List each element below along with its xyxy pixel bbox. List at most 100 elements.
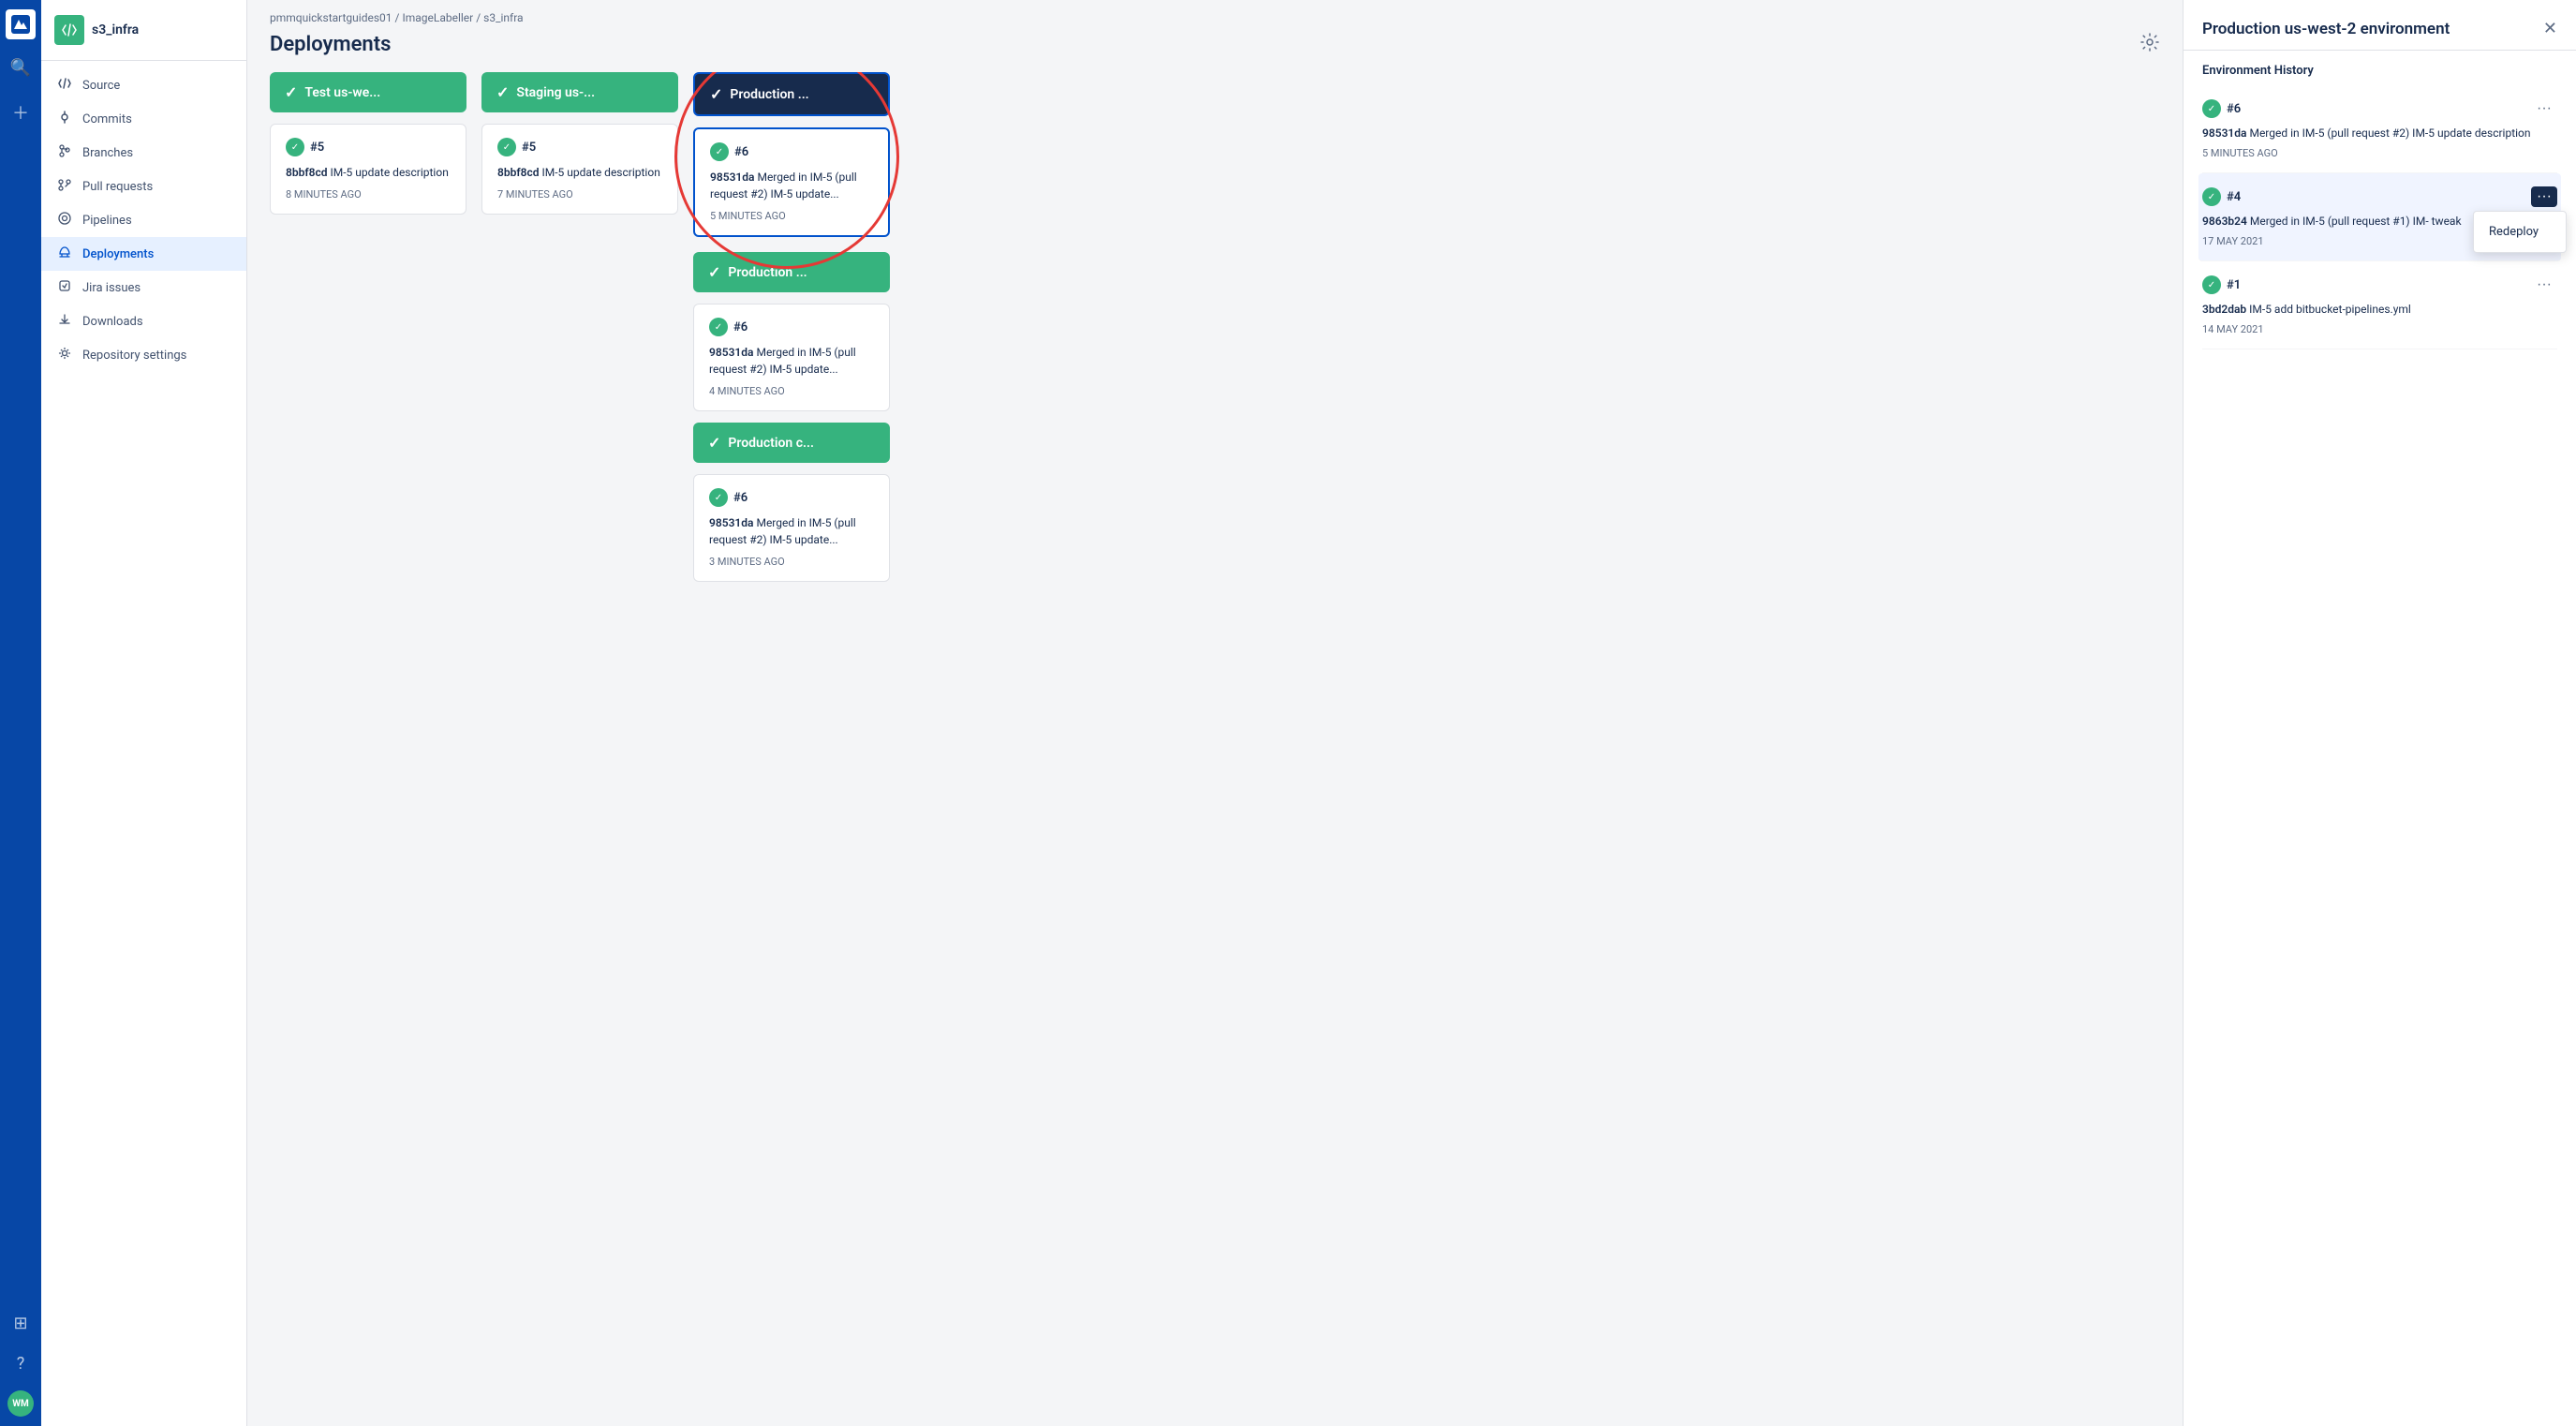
productionc-deploy-card[interactable]: ✓ #6 98531da Merged in IM-5 (pull reques… [693,474,890,582]
sidebar-item-source[interactable]: Source [41,68,246,102]
deploy-columns: ✓ Test us-we... ✓ #5 8bbf8cd IM-5 update… [270,72,2160,582]
redeploy-popover: Redeploy [2473,211,2567,253]
avatar[interactable]: WM [7,1390,34,1417]
productionc-env-header[interactable]: ✓ Production c... [693,423,890,463]
staging-env-header[interactable]: ✓ Staging us-... [481,72,678,112]
production-deploy-num: #6 [734,145,748,159]
productionc-deploy-number: ✓ #6 [709,488,874,507]
production-env-name: Production ... [730,87,808,102]
sidebar-item-repository-settings[interactable]: Repository settings [41,338,246,372]
breadcrumb-page[interactable]: s3_infra [483,11,523,24]
productionc-deploy-num: #6 [733,491,748,505]
deployments-area: ✓ Test us-we... ✓ #5 8bbf8cd IM-5 update… [247,72,2183,1426]
test-deploy-num: #5 [310,141,324,155]
branches-icon [56,144,73,161]
jira-issues-icon [56,279,73,296]
productionc-deploy-commit: 98531da Merged in IM-5 (pull request #2)… [709,514,874,548]
app-logo[interactable] [6,9,36,39]
production-env-header[interactable]: ✓ Production ... [693,72,890,116]
test-deploy-card[interactable]: ✓ #5 8bbf8cd IM-5 update description 8 M… [270,124,466,215]
sidebar-item-deployments[interactable]: Deployments [41,237,246,271]
sidebar-item-downloads[interactable]: Downloads [41,305,246,338]
staging-deploy-commit: 8bbf8cd IM-5 update description [497,164,662,181]
staging-deploy-badge: ✓ [497,138,516,156]
productionc-deploy-time: 3 MINUTES AGO [709,556,874,568]
breadcrumb-org[interactable]: pmmquickstartguides01 [270,11,392,24]
sidebar-item-pipelines[interactable]: Pipelines [41,203,246,237]
production-deploy-commit: 98531da Merged in IM-5 (pull request #2)… [710,169,873,202]
source-icon [56,77,73,94]
test-deploy-badge: ✓ [286,138,304,156]
history-6-num: #6 [2227,102,2241,116]
production-deploy-number: ✓ #6 [710,142,873,161]
grid-icon[interactable]: ⊞ [9,1310,31,1337]
production2-check-icon: ✓ [708,263,720,281]
production-deploy-time: 5 MINUTES AGO [710,210,873,222]
right-panel-title: Production us-west-2 environment [2202,20,2450,38]
test-deploy-number: ✓ #5 [286,138,451,156]
production2-deploy-badge: ✓ [709,318,728,336]
staging-deploy-number: ✓ #5 [497,138,662,156]
production2-deploy-time: 4 MINUTES AGO [709,385,874,397]
staging-env-name: Staging us-... [516,85,595,100]
sidebar-item-jira-issues[interactable]: Jira issues [41,271,246,305]
production-check-icon: ✓ [710,85,722,103]
breadcrumb-repo[interactable]: ImageLabeller [402,11,473,24]
production2-deploy-number: ✓ #6 [709,318,874,336]
production2-deploy-commit: 98531da Merged in IM-5 (pull request #2)… [709,344,874,378]
productionc-deploy-badge: ✓ [709,488,728,507]
main-content: pmmquickstartguides01 / ImageLabeller / … [247,0,2183,1426]
history-1-commit: 3bd2dab IM-5 add bitbucket-pipelines.yml [2202,301,2557,318]
env-history-label: Environment History [2184,51,2576,85]
page-header: Deployments [247,24,2183,72]
history-4-menu-button[interactable]: ··· [2531,186,2557,207]
production2-deploy-num: #6 [733,320,748,334]
sidebar-item-commits[interactable]: Commits [41,102,246,136]
test-env-name: Test us-we... [304,85,380,100]
staging-deploy-card[interactable]: ✓ #5 8bbf8cd IM-5 update description 7 M… [481,124,678,215]
history-6-menu-button[interactable]: ··· [2531,98,2557,119]
history-4-num: #4 [2227,190,2241,204]
history-list: ✓ #6 ··· 98531da Merged in IM-5 (pull re… [2184,85,2576,1426]
close-button[interactable]: ✕ [2543,19,2557,38]
history-item-4: ✓ #4 ··· 9863b24 Merged in IM-5 (pull re… [2198,173,2561,261]
breadcrumb: pmmquickstartguides01 / ImageLabeller / … [247,0,2183,24]
production2-env-header[interactable]: ✓ Production ... [693,252,890,292]
search-icon[interactable]: 🔍 [7,54,35,82]
settings-icon[interactable] [2139,32,2160,57]
repo-icon [54,15,84,45]
create-icon[interactable]: ＋ [8,97,33,128]
production-deploy-card[interactable]: ✓ #6 98531da Merged in IM-5 (pull reques… [693,127,890,237]
app-sidebar: 🔍 ＋ ⊞ ? WM [0,0,41,1426]
test-env-header[interactable]: ✓ Test us-we... [270,72,466,112]
production2-deploy-card[interactable]: ✓ #6 98531da Merged in IM-5 (pull reques… [693,304,890,411]
commits-icon [56,111,73,127]
production-deploy-badge: ✓ [710,142,729,161]
test-check-icon: ✓ [285,83,297,101]
nav-items: Source Commits Branches Pull requests Pi… [41,61,246,1426]
deployments-icon [56,245,73,262]
production-selected-wrapper: ✓ Production ... ✓ #6 98531da Merged in … [693,72,890,237]
staging-check-icon: ✓ [496,83,509,101]
repository-settings-icon [56,347,73,364]
staging-deploy-time: 7 MINUTES AGO [497,188,662,201]
productionc-env-name: Production c... [728,436,814,451]
history-1-time: 14 MAY 2021 [2202,323,2557,335]
sidebar-item-branches[interactable]: Branches [41,136,246,170]
history-item-1: ✓ #1 ··· 3bd2dab IM-5 add bitbucket-pipe… [2202,261,2557,349]
test-deploy-commit: 8bbf8cd IM-5 update description [286,164,451,181]
pipelines-icon [56,212,73,229]
history-item-6: ✓ #6 ··· 98531da Merged in IM-5 (pull re… [2202,85,2557,173]
redeploy-item[interactable]: Redeploy [2474,217,2566,246]
sidebar-item-pull-requests[interactable]: Pull requests [41,170,246,203]
production2-env-name: Production ... [728,265,807,280]
production-column: ✓ Production ... ✓ #6 98531da Merged in … [693,72,890,582]
right-panel: Production us-west-2 environment ✕ Envir… [2183,0,2576,1426]
productionc-check-icon: ✓ [708,434,720,452]
history-6-time: 5 MINUTES AGO [2202,147,2557,159]
downloads-icon [56,313,73,330]
history-6-badge: ✓ [2202,99,2221,118]
history-1-menu-button[interactable]: ··· [2531,275,2557,295]
repo-name: s3_infra [92,22,139,37]
help-icon[interactable]: ? [13,1350,29,1377]
